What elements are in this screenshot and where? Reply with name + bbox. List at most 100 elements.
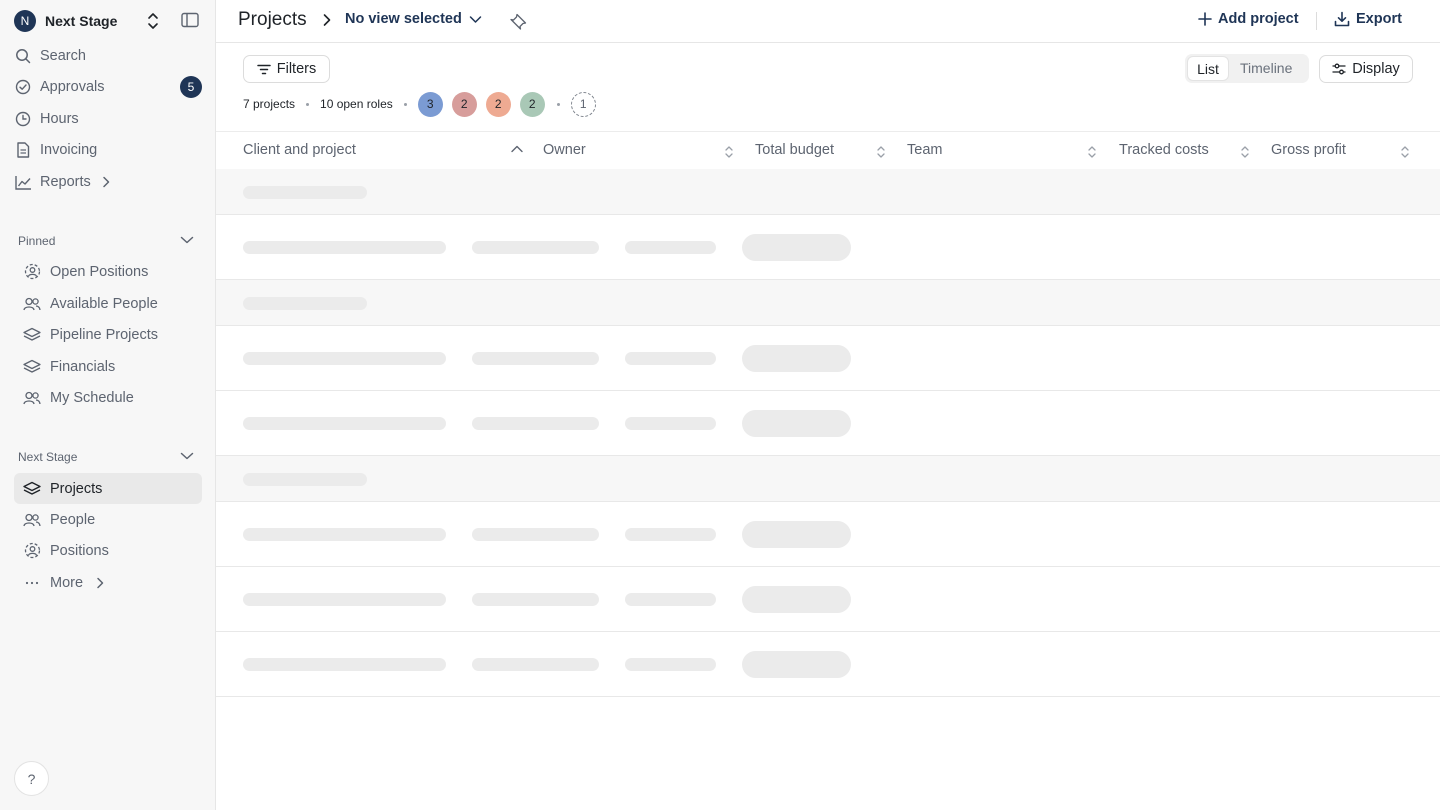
view-list-tab[interactable]: List (1188, 57, 1228, 80)
view-selector-label: No view selected (345, 11, 462, 27)
team-section-header[interactable]: Next Stage (18, 448, 198, 466)
pinned-title: Pinned (18, 234, 56, 248)
column-header-total-budget[interactable]: Total budget (755, 142, 834, 158)
skeleton-bar (243, 593, 446, 606)
skeleton-bar (243, 658, 446, 671)
workspace-switcher[interactable]: N Next Stage (14, 9, 204, 33)
sort-icon[interactable] (1400, 144, 1410, 160)
sidebar-item-label: More (50, 574, 84, 591)
sidebar-item-label: Positions (50, 542, 109, 559)
column-header-owner[interactable]: Owner (543, 142, 586, 158)
pin-icon[interactable] (510, 12, 528, 30)
pinned-item-pipeline-projects[interactable]: Pipeline Projects (14, 319, 202, 350)
skeleton-bar (625, 658, 716, 671)
pinned-item-financials[interactable]: Financials (14, 351, 202, 382)
table-row-skeleton (216, 391, 1440, 456)
column-header-tracked-costs[interactable]: Tracked costs (1119, 142, 1209, 158)
sidebar-item-more[interactable]: More (14, 567, 202, 598)
pinned-section-header[interactable]: Pinned (18, 232, 198, 250)
approvals-badge: 5 (180, 76, 202, 98)
chart-line-icon (14, 173, 32, 191)
pinned-item-label: Open Positions (50, 263, 149, 280)
sort-ascending-icon[interactable] (510, 144, 524, 154)
pinned-item-available-people[interactable]: Available People (14, 288, 202, 319)
view-selector[interactable]: No view selected (345, 11, 482, 27)
nav-hours[interactable]: Hours (14, 105, 202, 133)
skeleton-bar (243, 352, 446, 365)
skeleton-bar (472, 241, 599, 254)
separator-dot (403, 102, 407, 106)
nav-reports[interactable]: Reports (14, 168, 202, 196)
clock-icon (14, 110, 32, 128)
role-group-circle[interactable]: 3 (417, 91, 443, 117)
more-dots-icon (22, 574, 42, 592)
column-header-gross-profit[interactable]: Gross profit (1271, 142, 1346, 158)
sidebar-item-projects[interactable]: Projects (14, 473, 202, 504)
filters-label: Filters (276, 61, 317, 77)
separator-dot (306, 102, 310, 106)
table-row-skeleton (216, 215, 1440, 280)
filters-button[interactable]: Filters (243, 55, 330, 83)
sliders-icon (1332, 63, 1346, 75)
position-icon (22, 263, 42, 281)
sort-icon[interactable] (1087, 144, 1097, 160)
sidebar-item-label: People (50, 511, 96, 528)
table-row-skeleton (216, 502, 1440, 567)
workspace-avatar: N (14, 10, 36, 32)
add-project-button[interactable]: Add project (1198, 11, 1299, 27)
export-button[interactable]: Export (1334, 11, 1402, 27)
app-window: N Next Stage Search Approvals 5 Hours In… (0, 0, 1440, 810)
skeleton-bar (625, 241, 716, 254)
skeleton-bar (472, 658, 599, 671)
skeleton-bar (243, 241, 446, 254)
group-row-skeleton (216, 456, 1440, 502)
nav-approvals[interactable]: Approvals 5 (14, 73, 202, 101)
sidebar-item-people[interactable]: People (14, 504, 202, 535)
table-row-skeleton (216, 326, 1440, 391)
skeleton-bar (243, 473, 367, 486)
open-roles-count: 10 open roles (320, 97, 393, 111)
people-icon (22, 295, 42, 313)
view-timeline-tab[interactable]: Timeline (1240, 60, 1292, 76)
layers-icon (22, 326, 42, 344)
column-header-client-project[interactable]: Client and project (243, 142, 356, 158)
role-group-circle[interactable]: 2 (519, 91, 545, 117)
view-mode-toggle: List Timeline (1185, 54, 1309, 83)
display-button[interactable]: Display (1319, 55, 1413, 83)
unassigned-roles-circle[interactable]: 1 (570, 91, 596, 117)
sidebar-item-positions[interactable]: Positions (14, 535, 202, 566)
nav-invoicing[interactable]: Invoicing (14, 136, 202, 164)
skeleton-bar (243, 186, 367, 199)
sort-icon[interactable] (876, 144, 886, 160)
column-header-team[interactable]: Team (907, 142, 942, 158)
nav-approvals-label: Approvals (40, 79, 105, 95)
sort-icon[interactable] (1240, 144, 1250, 160)
workspace-name: Next Stage (45, 13, 118, 29)
skeleton-bar (243, 417, 446, 430)
top-bar: Projects No view selected Add project Ex… (216, 0, 1440, 43)
pinned-item-open-positions[interactable]: Open Positions (14, 256, 202, 287)
role-group-circle[interactable]: 2 (451, 91, 477, 117)
nav-hours-label: Hours (40, 111, 79, 127)
project-count: 7 projects (243, 97, 296, 111)
separator-dot (556, 102, 560, 106)
skeleton-pill (742, 410, 851, 437)
group-row-skeleton (216, 280, 1440, 326)
filter-icon (257, 64, 271, 74)
page-title[interactable]: Projects (238, 9, 307, 31)
sidebar: N Next Stage Search Approvals 5 Hours In… (0, 0, 216, 810)
skeleton-bar (472, 593, 599, 606)
sort-icon[interactable] (724, 144, 734, 160)
role-group-circle[interactable]: 2 (485, 91, 511, 117)
plus-icon (1198, 12, 1212, 26)
chevron-up-down-icon[interactable] (145, 11, 161, 31)
pinned-item-my-schedule[interactable]: My Schedule (14, 382, 202, 413)
search-icon (14, 47, 32, 65)
nav-search[interactable]: Search (14, 42, 202, 70)
table-row-skeleton (216, 632, 1440, 697)
sidebar-toggle-icon[interactable] (181, 12, 199, 28)
skeleton-pill (742, 521, 851, 548)
help-button[interactable]: ? (14, 761, 49, 796)
nav-invoicing-label: Invoicing (40, 142, 98, 158)
add-project-label: Add project (1218, 11, 1299, 27)
